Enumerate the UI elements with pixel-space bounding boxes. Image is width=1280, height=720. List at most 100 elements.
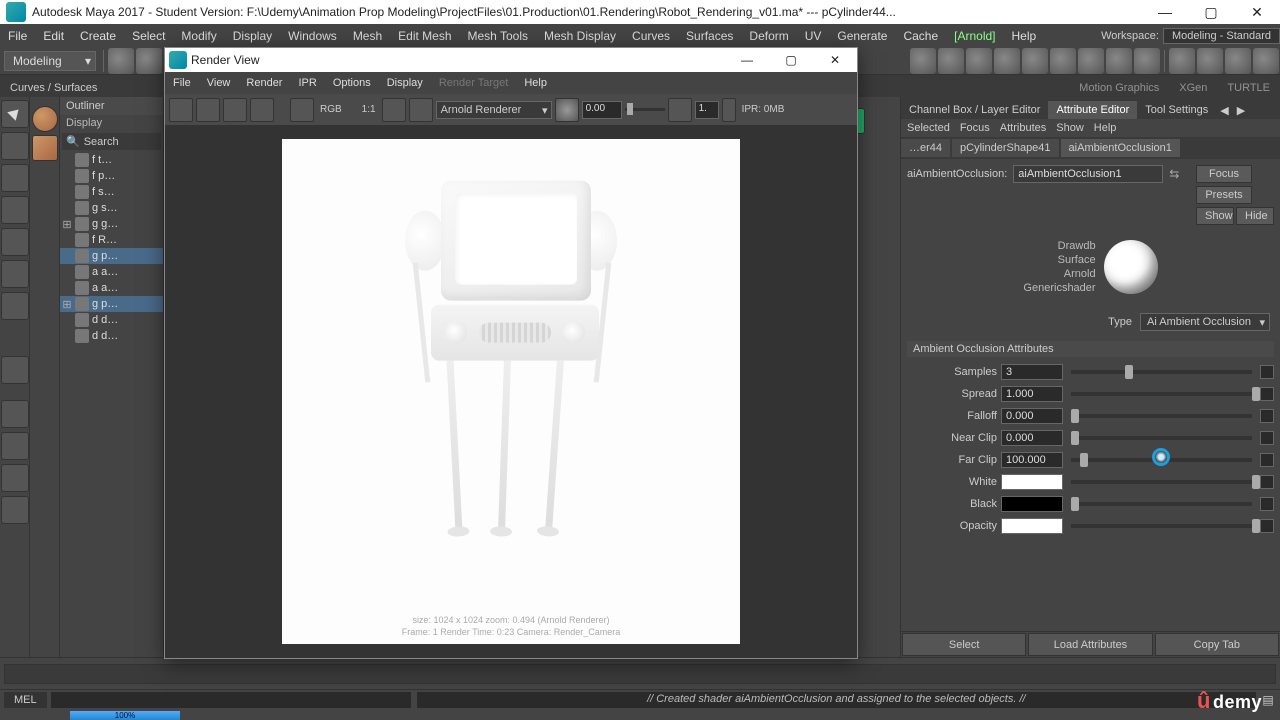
tab-tool-settings[interactable]: Tool Settings <box>1137 101 1216 119</box>
presets-button[interactable]: Presets <box>1196 186 1252 204</box>
menu-cache[interactable]: Cache <box>895 29 946 43</box>
shelf-tab[interactable]: Motion Graphics <box>1069 79 1169 97</box>
outliner-item[interactable]: f p… <box>60 168 163 184</box>
lasso-tool-icon[interactable] <box>1 132 29 160</box>
command-input[interactable] <box>51 692 411 708</box>
show-button[interactable]: Show <box>1196 207 1234 225</box>
rv-rgb-label[interactable]: RGB <box>317 104 345 115</box>
node-tab[interactable]: aiAmbientOcclusion1 <box>1061 139 1180 157</box>
attr-slider[interactable] <box>1071 502 1252 506</box>
rv-close-button[interactable]: ✕ <box>813 53 857 67</box>
select-button[interactable]: Select <box>902 633 1026 656</box>
outliner-display[interactable]: Display <box>60 115 163 131</box>
rv-maximize-button[interactable]: ▢ <box>769 53 813 67</box>
ae-menu-help[interactable]: Help <box>1094 122 1117 134</box>
mode-dropdown[interactable]: Modeling <box>4 51 96 71</box>
hide-button[interactable]: Hide <box>1236 207 1274 225</box>
menu-uv[interactable]: UV <box>797 29 830 43</box>
attr-value-field[interactable] <box>1001 430 1063 446</box>
attr-value-field[interactable] <box>1001 452 1063 468</box>
menu-help[interactable]: Help <box>1004 29 1045 43</box>
menu-curves[interactable]: Curves <box>624 29 678 43</box>
shelf-icon[interactable] <box>994 48 1020 74</box>
shelf-icon[interactable] <box>1134 48 1160 74</box>
polycube-icon[interactable] <box>32 135 58 161</box>
attr-connect-icon[interactable] <box>1260 453 1274 467</box>
copy-tab-button[interactable]: Copy Tab <box>1155 633 1279 656</box>
outliner-item[interactable]: a a… <box>60 280 163 296</box>
rv-pause-icon[interactable] <box>555 98 579 122</box>
attr-connect-icon[interactable] <box>1260 365 1274 379</box>
rotate-tool-icon[interactable] <box>1 228 29 256</box>
attr-slider[interactable] <box>1071 524 1252 528</box>
time-slider[interactable] <box>4 664 1276 684</box>
layout-icon[interactable] <box>1 432 29 460</box>
outliner-search[interactable]: 🔍 Search <box>62 133 161 150</box>
attr-value-field[interactable] <box>1001 408 1063 424</box>
move-tool-icon[interactable] <box>1 196 29 224</box>
last-tool-icon[interactable] <box>1 292 29 320</box>
rv-menu-file[interactable]: File <box>165 77 199 89</box>
shelf-icon[interactable] <box>1022 48 1048 74</box>
rv-menu-help[interactable]: Help <box>516 77 555 89</box>
rv-keep-icon[interactable] <box>382 98 406 122</box>
polysphere-icon[interactable] <box>32 106 58 132</box>
shelf-tab[interactable]: Curves / Surfaces <box>0 79 107 97</box>
menu-select[interactable]: Select <box>124 29 173 43</box>
rv-menu-view[interactable]: View <box>199 77 239 89</box>
outliner-item[interactable]: f R… <box>60 232 163 248</box>
rv-renderer-dropdown[interactable]: Arnold Renderer <box>436 101 552 119</box>
outliner-item[interactable]: ⊞g p… <box>60 296 163 312</box>
rv-region-icon[interactable] <box>196 98 220 122</box>
render-canvas[interactable]: size: 1024 x 1024 zoom: 0.494 (Arnold Re… <box>165 125 857 658</box>
maximize-button[interactable]: ▢ <box>1188 0 1234 24</box>
rv-ipr-icon[interactable] <box>250 98 274 122</box>
attr-slider[interactable] <box>1071 414 1252 418</box>
rv-contrast-icon[interactable] <box>668 98 692 122</box>
menu-mesh[interactable]: Mesh <box>345 29 390 43</box>
rv-remove-icon[interactable] <box>409 98 433 122</box>
menu-windows[interactable]: Windows <box>280 29 345 43</box>
tab-nav-right-icon[interactable]: ▶ <box>1233 102 1249 119</box>
color-swatch[interactable] <box>1001 496 1063 512</box>
menu-edit[interactable]: Edit <box>35 29 72 43</box>
rv-snapshot-icon[interactable] <box>223 98 247 122</box>
node-tab[interactable]: …er44 <box>901 139 950 157</box>
rv-gamma-field[interactable]: 1. <box>695 101 719 119</box>
menu-create[interactable]: Create <box>72 29 124 43</box>
shelf-tab[interactable]: XGen <box>1169 79 1217 97</box>
attr-slider[interactable] <box>1071 370 1252 374</box>
ae-menu-selected[interactable]: Selected <box>907 122 950 134</box>
rv-menu-display[interactable]: Display <box>379 77 431 89</box>
menu-meshtools[interactable]: Mesh Tools <box>460 29 536 43</box>
focus-button[interactable]: Focus <box>1196 165 1252 183</box>
menu-file[interactable]: File <box>0 29 35 43</box>
attr-value-field[interactable] <box>1001 386 1063 402</box>
outliner-item[interactable]: a a… <box>60 264 163 280</box>
outliner-item[interactable]: g p… <box>60 248 163 264</box>
attr-connect-icon[interactable] <box>1260 409 1274 423</box>
menu-generate[interactable]: Generate <box>829 29 895 43</box>
color-swatch[interactable] <box>1001 474 1063 490</box>
select-tool-icon[interactable] <box>1 100 29 128</box>
scale-tool-icon[interactable] <box>1 260 29 288</box>
attr-slider[interactable] <box>1071 436 1252 440</box>
rv-exposure-field[interactable]: 0.00 <box>582 101 622 119</box>
rv-exposure-slider[interactable] <box>625 108 665 111</box>
attr-connect-icon[interactable] <box>1260 387 1274 401</box>
type-dropdown[interactable]: Ai Ambient Occlusion <box>1140 313 1270 331</box>
attr-connect-icon[interactable] <box>1260 431 1274 445</box>
attr-slider[interactable] <box>1071 480 1252 484</box>
rv-menu-ipr[interactable]: IPR <box>290 77 324 89</box>
tab-attribute-editor[interactable]: Attribute Editor <box>1048 101 1137 119</box>
shelf-tab[interactable]: TURTLE <box>1217 79 1280 97</box>
shelf-icon[interactable] <box>1106 48 1132 74</box>
menu-deform[interactable]: Deform <box>741 29 796 43</box>
shelf-icon[interactable] <box>1197 48 1223 74</box>
section-header[interactable]: Ambient Occlusion Attributes <box>907 341 1274 357</box>
outliner-item[interactable]: d d… <box>60 328 163 344</box>
minimize-button[interactable]: — <box>1142 0 1188 24</box>
workspace-dropdown[interactable]: Modeling - Standard <box>1163 28 1280 44</box>
attr-connect-icon[interactable] <box>1260 519 1274 533</box>
node-name-field[interactable] <box>1013 165 1163 183</box>
